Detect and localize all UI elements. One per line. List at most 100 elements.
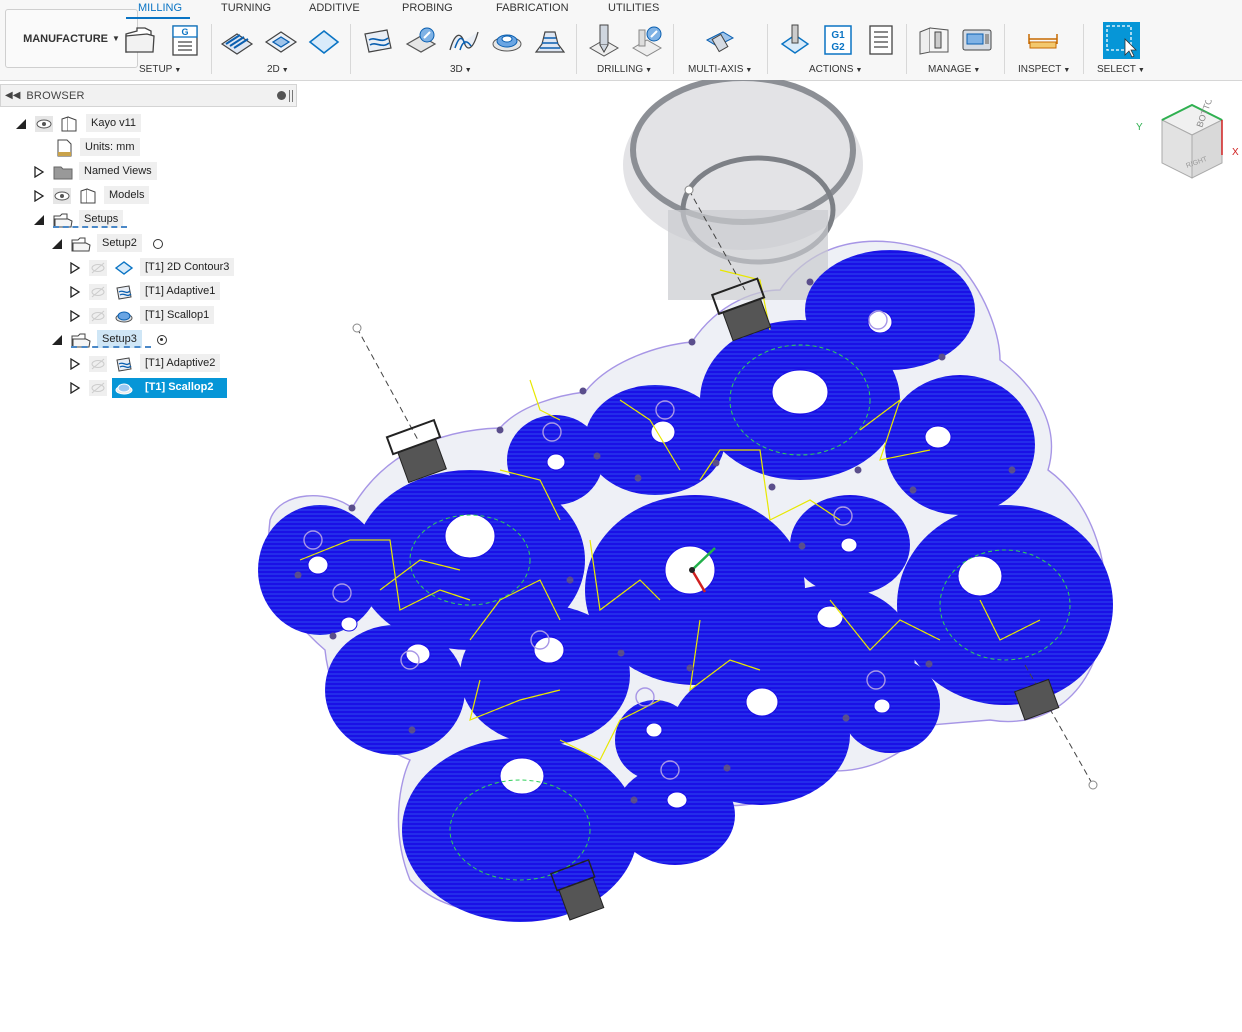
tab-milling[interactable]: MILLING [138,2,182,14]
2d-contour-icon[interactable] [307,22,341,58]
tab-fabrication[interactable]: FABRICATION [496,2,569,14]
collapse-triangle-icon[interactable] [51,334,63,346]
activate-setup2-radio[interactable] [153,239,163,249]
active-tab-indicator [126,17,190,19]
expand-triangle-icon[interactable] [33,190,45,202]
new-setup-icon[interactable] [123,22,157,58]
divider [1083,24,1084,74]
multi-axis-icon[interactable] [703,22,737,58]
nc-program-icon[interactable]: G [168,22,202,58]
workspace-switcher-button[interactable]: MANUFACTURE ▼ [5,9,138,68]
group-inspect[interactable]: INSPECT ▼ [1018,64,1070,75]
simulate-icon[interactable] [778,22,812,58]
toolbar: MANUFACTURE ▼ MILLING TURNING ADDITIVE PR… [0,0,1242,81]
caret-down-icon: ▼ [112,34,120,43]
group-select-label: SELECT [1097,64,1136,75]
visibility-eye-icon[interactable] [35,116,53,132]
tool-holder-top [623,80,863,300]
pin-icon[interactable] [277,91,286,100]
document-component-icon [61,116,77,132]
tab-turning[interactable]: TURNING [221,2,271,14]
adaptive-op-icon [116,285,132,300]
setup-folder-icon [71,237,91,252]
tree-op-2d-contour3[interactable]: [T1] 2D Contour3 [140,258,235,276]
caret-down-icon: ▼ [1063,67,1071,74]
divider [211,24,212,74]
g2-text: G2 [831,42,845,53]
caret-down-icon: ▼ [973,67,981,74]
group-drilling-label: DRILLING [597,64,644,75]
expand-triangle-icon[interactable] [33,166,45,178]
group-inspect-label: INSPECT [1018,64,1062,75]
units-document-icon [57,139,72,157]
collapse-panel-icon[interactable]: ◀◀ [5,90,20,101]
2d-adaptive-icon[interactable] [220,22,254,58]
3d-adaptive-icon[interactable] [361,22,395,58]
expand-triangle-icon[interactable] [69,310,81,322]
axis-y-label: Y [1136,122,1143,133]
group-2d[interactable]: 2D ▼ [267,64,289,75]
measure-icon[interactable] [1026,22,1060,58]
group-setup[interactable]: SETUP ▼ [139,64,181,75]
drill-icon[interactable] [587,22,621,58]
group-actions[interactable]: ACTIONS ▼ [809,64,862,75]
group-multi-axis[interactable]: MULTI-AXIS ▼ [688,64,752,75]
tree-op-scallop1[interactable]: [T1] Scallop1 [140,306,215,324]
tab-probing[interactable]: PROBING [402,2,453,14]
tab-additive[interactable]: ADDITIVE [309,2,360,14]
models-component-icon [80,188,96,204]
activate-setup3-radio[interactable] [157,335,167,345]
expand-triangle-icon[interactable] [69,286,81,298]
tree-setup2-label[interactable]: Setup2 [97,234,142,252]
visibility-eye-icon[interactable] [53,188,71,204]
collapse-triangle-icon[interactable] [51,238,63,250]
browser-panel: ◀◀ BROWSER Kayo v11 Units: mm Named View… [0,84,298,404]
caret-down-icon: ▼ [645,67,653,74]
tool-library-icon[interactable] [917,22,951,58]
caret-down-icon: ▼ [174,67,182,74]
hidden-eye-icon[interactable] [89,284,107,300]
viewcube[interactable]: BOTTOM RIGHT X Y [1132,100,1240,185]
post-process-icon[interactable]: G1 G2 [821,22,855,58]
collapse-triangle-icon[interactable] [15,118,27,130]
hidden-eye-icon[interactable] [89,308,107,324]
tree-root-label[interactable]: Kayo v11 [86,114,142,132]
expand-triangle-icon[interactable] [69,262,81,274]
3d-contour-icon[interactable] [533,22,567,58]
tree-op-scallop2[interactable]: [T1] Scallop2 [140,378,218,396]
tree-named-views-label[interactable]: Named Views [79,162,157,180]
machine-library-icon[interactable] [960,22,994,58]
3d-parallel-icon[interactable] [447,22,481,58]
tree-op-adaptive1[interactable]: [T1] Adaptive1 [140,282,221,300]
g1-text: G1 [831,30,845,41]
hole-recognition-icon[interactable] [630,22,664,58]
hidden-eye-icon[interactable] [89,356,107,372]
workspace-label: MANUFACTURE [23,32,109,45]
tree-models-label[interactable]: Models [104,186,150,204]
expand-triangle-icon[interactable] [69,358,81,370]
divider [350,24,351,74]
2d-pocket-icon[interactable] [264,22,298,58]
group-actions-label: ACTIONS [809,64,854,75]
divider [673,24,674,74]
3d-scallop-icon[interactable] [490,22,524,58]
tab-utilities[interactable]: UTILITIES [608,2,659,14]
hidden-eye-icon[interactable] [89,260,107,276]
adaptive-op-icon [116,357,132,372]
caret-down-icon: ▼ [281,67,289,74]
group-drilling[interactable]: DRILLING ▼ [597,64,652,75]
hidden-eye-icon[interactable] [89,380,107,396]
tree-op-adaptive2[interactable]: [T1] Adaptive2 [140,354,221,372]
select-icon[interactable] [1103,22,1140,59]
setup-sheet-icon[interactable] [864,22,898,58]
expand-triangle-icon[interactable] [69,382,81,394]
group-3d[interactable]: 3D ▼ [450,64,472,75]
group-manage[interactable]: MANAGE ▼ [928,64,980,75]
resize-grip[interactable] [289,90,293,102]
group-select[interactable]: SELECT ▼ [1097,64,1145,75]
caret-down-icon: ▼ [464,67,472,74]
group-setup-label: SETUP [139,64,173,75]
collapse-triangle-icon[interactable] [33,214,45,226]
tree-units-label[interactable]: Units: mm [80,138,140,156]
3d-pocket-clearing-icon[interactable] [404,22,438,58]
